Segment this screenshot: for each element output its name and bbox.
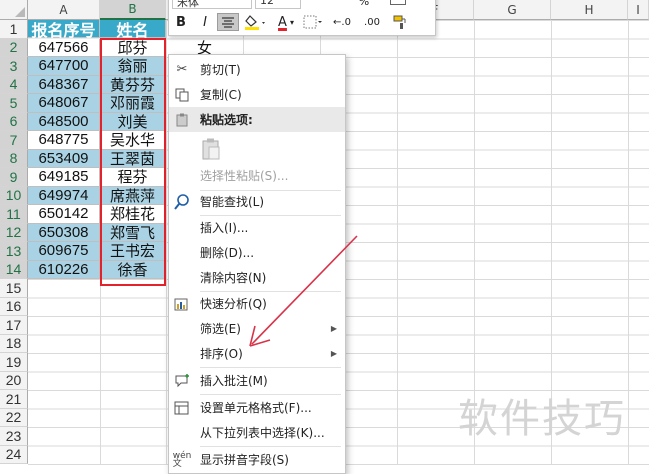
watermark: 软件技巧 — [458, 396, 626, 442]
